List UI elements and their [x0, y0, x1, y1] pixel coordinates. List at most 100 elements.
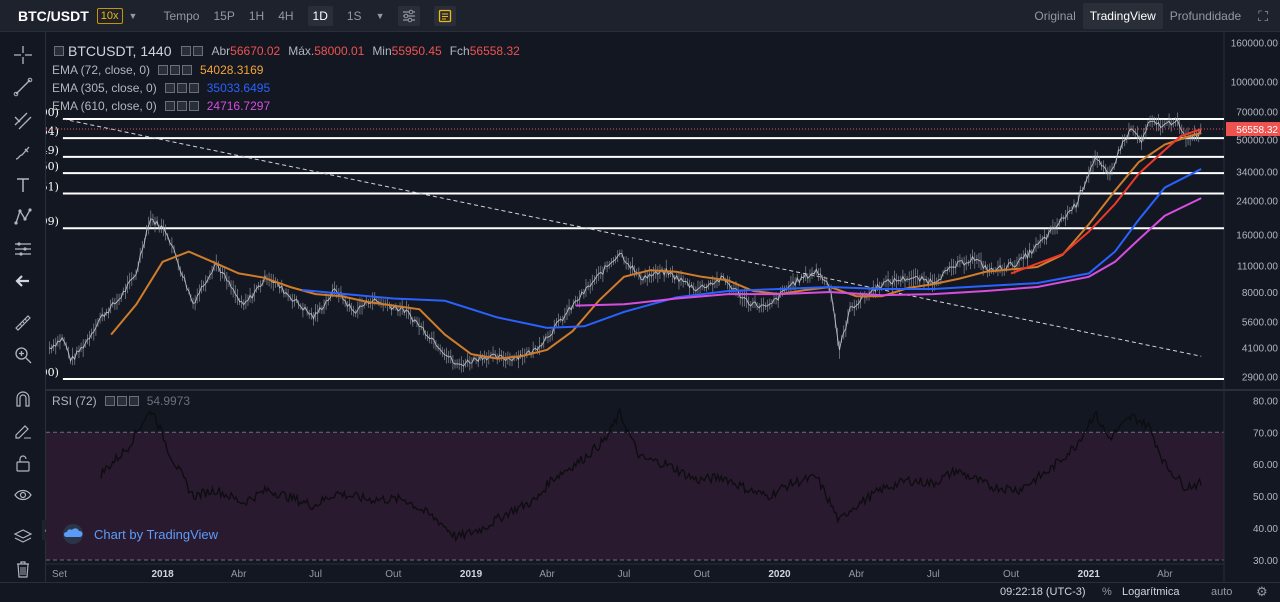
tempo-label[interactable]: Tempo [163, 9, 199, 23]
time-axis-label: Abr [231, 569, 247, 580]
indicator-settings-button[interactable] [398, 5, 421, 26]
magnet-icon[interactable] [10, 386, 36, 412]
rsi-band [46, 432, 1224, 560]
gear-icon[interactable]: ⚙ [1256, 584, 1268, 600]
symbol-name[interactable]: BTC/USDT [18, 8, 89, 24]
pattern-tool-icon[interactable] [10, 204, 36, 230]
percent-toggle[interactable]: % [1102, 586, 1112, 598]
rsi-axis-label: 40.00 [1253, 524, 1278, 535]
trendline-tool-icon[interactable] [10, 74, 36, 100]
bottom-status-bar: 09:22:18 (UTC-3) % Logarítmica auto ⚙ [0, 582, 1280, 602]
symbol-interval: BTCUSDT, 1440 [68, 43, 172, 59]
eye-toggle-icon[interactable] [158, 65, 169, 75]
ema72-label: EMA (72, close, 0) [52, 63, 151, 77]
time-axis-label: Set [52, 569, 67, 580]
brush-tool-icon[interactable] [10, 140, 36, 166]
more-timeframes-chevron-icon[interactable]: ▼ [376, 11, 385, 21]
log-scale-toggle[interactable]: Logarítmica [1122, 586, 1179, 598]
price-chart[interactable]: 1(63800.00)0.786(50749.64)0.618(40504.49… [46, 32, 1280, 582]
ema610-legend: EMA (610, close, 0) 24716.7297 [52, 99, 270, 113]
fib-level-label: 0.236(17208.99) [46, 215, 59, 228]
rsi-axis-label: 60.00 [1253, 460, 1278, 471]
view-profundidade[interactable]: Profundidade [1163, 3, 1248, 29]
collapse-legend-icon[interactable] [54, 46, 64, 56]
time-axis-label: Out [385, 569, 401, 580]
chevron-down-icon[interactable]: ▼ [129, 11, 138, 21]
notes-button[interactable] [434, 5, 457, 26]
settings-icon[interactable] [176, 101, 187, 111]
app-window: BTC/USDT 10x ▼ Tempo 15P 1H 4H 1D 1S ▼ O… [0, 0, 1280, 602]
text-tool-icon[interactable] [10, 172, 36, 198]
fullscreen-icon[interactable]: ⛶ [1258, 8, 1268, 25]
price-axis-label: 2900.00 [1242, 373, 1279, 384]
ema72-value: 54028.3169 [200, 63, 264, 77]
settings-icon[interactable] [116, 396, 127, 406]
eye-toggle-icon[interactable] [181, 46, 192, 56]
arrow-left-icon[interactable] [10, 268, 36, 294]
price-axis-label: 5600.00 [1242, 318, 1279, 329]
view-tradingview[interactable]: TradingView [1082, 3, 1163, 29]
close-icon[interactable] [182, 65, 193, 75]
close-icon[interactable] [128, 396, 139, 406]
sliders-icon [403, 9, 416, 22]
eye-toggle-icon[interactable] [164, 101, 175, 111]
prediction-tool-icon[interactable] [10, 236, 36, 262]
price-axis-label: 11000.00 [1237, 261, 1278, 272]
trash-icon[interactable] [10, 556, 36, 582]
fib-level-label: 0.786(50749.64) [46, 125, 59, 138]
tab-1s[interactable]: 1S [347, 9, 362, 23]
eye-toggle-icon[interactable] [104, 396, 115, 406]
last-price-text: 56558.32 [1236, 125, 1278, 136]
rsi-axis-label: 70.00 [1253, 428, 1278, 439]
eye-toggle-icon[interactable] [164, 83, 175, 93]
time-axis-label: Jul [927, 569, 940, 580]
close-icon[interactable] [188, 83, 199, 93]
tab-1d[interactable]: 1D [307, 5, 333, 26]
tradingview-branding[interactable]: Chart by TradingView [60, 524, 218, 544]
price-axis-label: 8000.00 [1242, 288, 1279, 299]
time-axis-label: Jul [618, 569, 631, 580]
time-axis-label: Jul [309, 569, 322, 580]
close-icon[interactable] [188, 101, 199, 111]
settings-icon[interactable] [193, 46, 204, 56]
time-axis-label: 2019 [460, 569, 483, 580]
settings-icon[interactable] [176, 83, 187, 93]
lock-icon[interactable] [10, 450, 36, 476]
price-axis-label: 24000.00 [1236, 196, 1278, 207]
time-axis-label: Out [1003, 569, 1019, 580]
fib-level-label: 0.5(33308.50) [46, 160, 59, 173]
high-label: Máx. [288, 44, 315, 58]
ruler-icon[interactable] [10, 310, 36, 336]
drawing-toolbar [0, 32, 46, 582]
tab-1h[interactable]: 1H [249, 9, 264, 23]
tab-4h[interactable]: 4H [278, 9, 293, 23]
draw-mode-icon[interactable] [10, 418, 36, 444]
price-axis-label: 70000.00 [1236, 107, 1278, 118]
time-axis-label: 2021 [1078, 569, 1101, 580]
view-original[interactable]: Original [1027, 3, 1082, 29]
rsi-axis-label: 50.00 [1253, 492, 1278, 503]
fib-level-label: 0(2817.00) [46, 366, 59, 379]
fib-tool-icon[interactable] [10, 108, 36, 134]
crosshair-icon[interactable] [10, 42, 36, 68]
price-axis-label: 34000.00 [1236, 167, 1278, 178]
eye-icon[interactable] [10, 482, 36, 508]
ema610-label: EMA (610, close, 0) [52, 99, 157, 113]
settings-icon[interactable] [170, 65, 181, 75]
time-axis-label: Abr [539, 569, 555, 580]
time-axis-label: Abr [1157, 569, 1173, 580]
leverage-badge[interactable]: 10x [96, 7, 123, 24]
time-axis-label: 2018 [151, 569, 174, 580]
price-axis-label: 100000.00 [1231, 78, 1279, 89]
cloud-logo-icon [63, 524, 83, 544]
auto-scale-toggle[interactable]: auto [1211, 586, 1232, 598]
price-axis-label: 160000.00 [1231, 38, 1279, 49]
fib-level-label: 0.618(40504.49) [46, 144, 59, 157]
zoom-icon[interactable] [10, 342, 36, 368]
fib-level-label: 0.382(26112.51) [46, 180, 59, 193]
view-switcher: Original TradingView Profundidade ⛶ [1027, 0, 1268, 32]
layers-icon[interactable] [10, 524, 36, 550]
tab-15p[interactable]: 15P [213, 9, 234, 23]
ema305-legend: EMA (305, close, 0) 35033.6495 [52, 81, 270, 95]
open-label: Abr [211, 44, 231, 58]
